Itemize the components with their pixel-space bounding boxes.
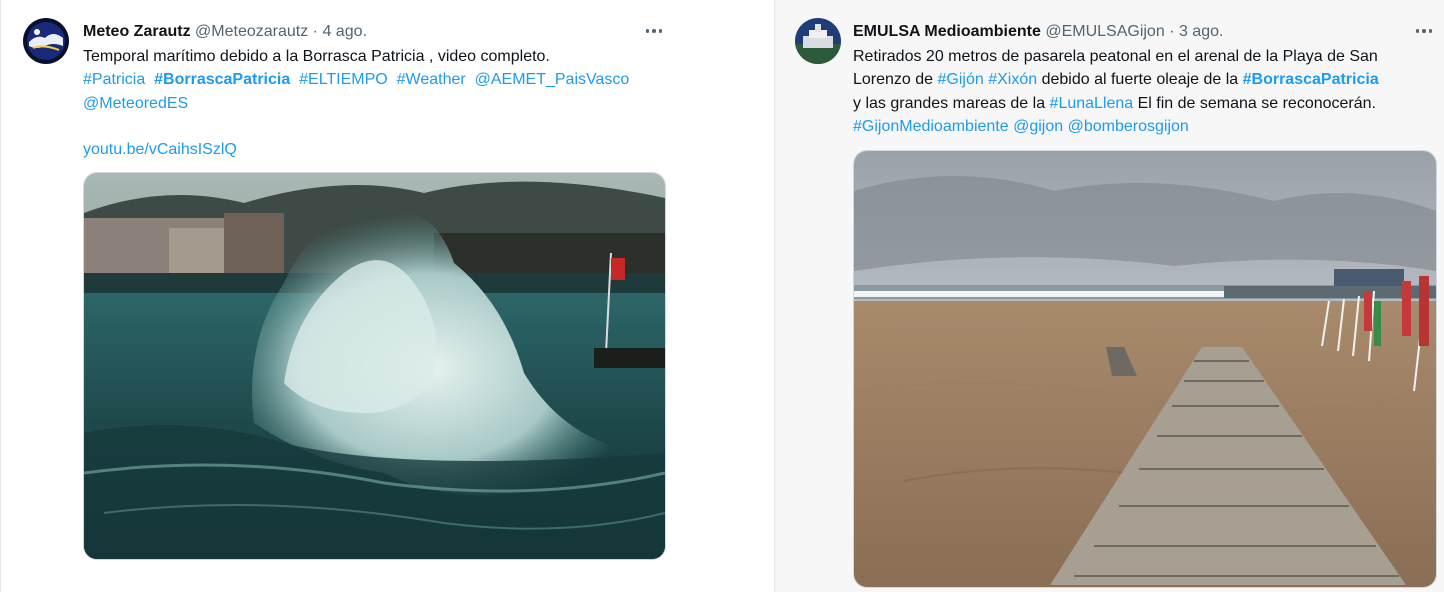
tweet-time[interactable]: 3 ago. — [1179, 23, 1223, 40]
tweet-time[interactable]: 4 ago. — [322, 23, 366, 40]
mention-meteored[interactable]: @MeteoredES — [83, 95, 188, 112]
hashtag-gijon-medioambiente[interactable]: #GijonMedioambiente — [853, 118, 1009, 135]
text-fragment: y las grandes mareas de la — [853, 94, 1050, 112]
tweet-meteo-zarautz[interactable]: Meteo Zarautz @Meteozarautz · 4 ago. Tem… — [0, 0, 672, 592]
hashtag-eltiempo[interactable]: #ELTIEMPO — [299, 71, 388, 88]
hashtag-luna-llena[interactable]: #LunaLlena — [1050, 95, 1134, 112]
more-dots-icon[interactable] — [1411, 18, 1437, 44]
video-link[interactable]: youtu.be/vCaihsISzlQ — [83, 141, 237, 158]
more-dots-icon[interactable] — [641, 18, 667, 44]
author-name[interactable]: EMULSA Medioambiente — [853, 23, 1041, 40]
tweet-text: Retirados 20 metros de pasarela peatonal… — [853, 45, 1379, 138]
mention-line: @MeteoredES — [83, 92, 629, 115]
tweet-header: EMULSA Medioambiente @EMULSAGijon · 3 ag… — [853, 22, 1223, 42]
wave-crashing-photo[interactable] — [83, 172, 666, 560]
tweet-text-line: y las grandes mareas de la #LunaLlena El… — [853, 92, 1379, 115]
avatar[interactable] — [795, 18, 841, 64]
mention-bomberos[interactable]: @bomberosgijon — [1068, 118, 1189, 135]
tweet-header: Meteo Zarautz @Meteozarautz · 4 ago. — [83, 22, 367, 42]
hashtag-xixon[interactable]: #Xixón — [988, 71, 1037, 88]
tweet-text: Temporal marítimo debido a la Borrasca P… — [83, 45, 629, 161]
tweet-text-line: Lorenzo de #Gijón #Xixón debido al fuert… — [853, 68, 1379, 91]
author-handle[interactable]: @Meteozarautz — [195, 23, 308, 40]
separator: · — [1169, 23, 1175, 40]
hashtag-gijon[interactable]: #Gijón — [938, 71, 984, 88]
tweet-text-line: Temporal marítimo debido a la Borrasca P… — [83, 48, 550, 65]
author-name[interactable]: Meteo Zarautz — [83, 23, 191, 40]
hashtag-borrasca-patricia[interactable]: #BorrascaPatricia — [154, 71, 290, 88]
hashtag-line: #Patricia #BorrascaPatricia #ELTIEMPO #W… — [83, 68, 629, 91]
text-fragment: debido al fuerte oleaje de la — [1037, 71, 1243, 89]
mention-aemet[interactable]: @AEMET_PaisVasco — [475, 71, 630, 88]
author-handle[interactable]: @EMULSAGijon — [1045, 23, 1164, 40]
mention-gijon[interactable]: @gijon — [1013, 118, 1063, 135]
tweet-text-line: Retirados 20 metros de pasarela peatonal… — [853, 48, 1378, 65]
hashtag-patricia[interactable]: #Patricia — [83, 71, 145, 88]
tweet-text-line: #GijonMedioambiente @gijon @bomberosgijo… — [853, 115, 1379, 138]
text-fragment: El fin de semana se reconocerán. — [1133, 94, 1376, 112]
separator: · — [312, 23, 318, 40]
avatar[interactable] — [23, 18, 69, 64]
hashtag-weather[interactable]: #Weather — [397, 71, 466, 88]
hashtag-borrasca-patricia[interactable]: #BorrascaPatricia — [1243, 71, 1379, 88]
tweet-emulsa[interactable]: EMULSA Medioambiente @EMULSAGijon · 3 ag… — [774, 0, 1444, 592]
text-fragment: Lorenzo de — [853, 71, 938, 89]
beach-boardwalk-photo[interactable] — [853, 150, 1437, 588]
